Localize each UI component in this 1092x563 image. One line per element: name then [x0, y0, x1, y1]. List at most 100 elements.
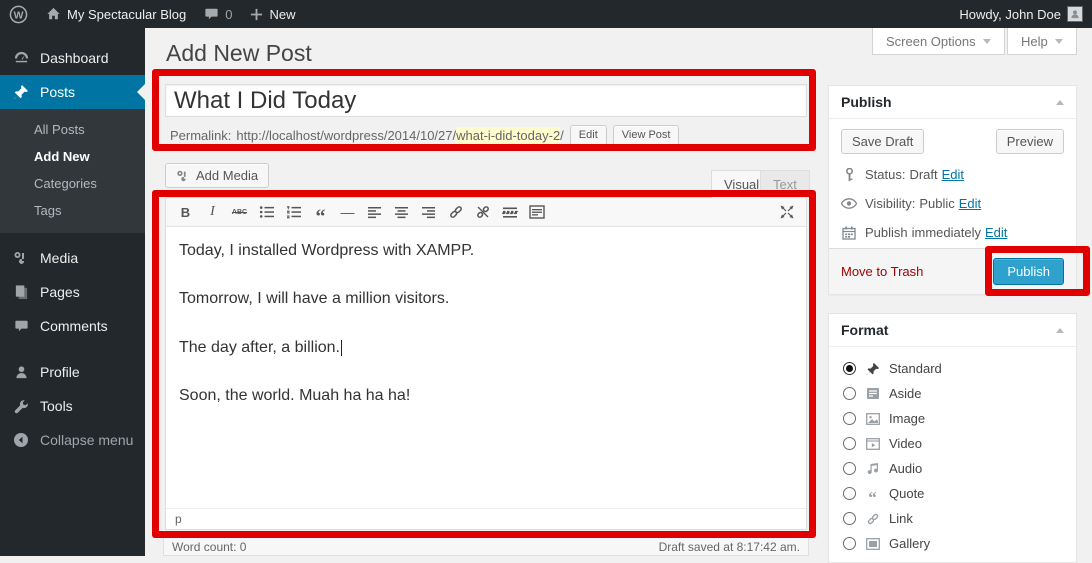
bold-icon[interactable]: B: [172, 201, 199, 224]
add-media-label: Add Media: [196, 168, 258, 183]
profile-icon: [11, 365, 31, 380]
radio-unselected[interactable]: [843, 387, 856, 400]
permalink-slug[interactable]: what-i-did-today-2: [456, 127, 560, 144]
sidebar-item-comments[interactable]: Comments: [0, 309, 145, 343]
edit-visibility-link[interactable]: Edit: [959, 196, 981, 211]
sidebar-item-dashboard[interactable]: Dashboard: [0, 40, 145, 75]
format-options-list: Standard Aside Image Video: [829, 347, 1076, 562]
format-option-video[interactable]: Video: [829, 431, 1076, 456]
horizontal-rule-icon[interactable]: —: [334, 201, 361, 224]
more-tag-icon[interactable]: [496, 201, 523, 224]
permalink-row: Permalink: http://localhost/wordpress/20…: [170, 123, 679, 147]
format-option-label: Standard: [889, 361, 942, 376]
radio-unselected[interactable]: [843, 437, 856, 450]
sidebar-item-add-new[interactable]: Add New: [0, 143, 145, 170]
format-option-standard[interactable]: Standard: [829, 356, 1076, 381]
site-name-menu[interactable]: My Spectacular Blog: [37, 0, 195, 28]
format-option-label: Aside: [889, 386, 922, 401]
publish-panel-header[interactable]: Publish: [829, 86, 1076, 119]
align-center-icon[interactable]: [388, 201, 415, 224]
link-icon[interactable]: [442, 201, 469, 224]
format-panel-header[interactable]: Format: [829, 314, 1076, 347]
editor-content-area[interactable]: Today, I installed Wordpress with XAMPP.…: [166, 227, 806, 447]
align-right-icon[interactable]: [415, 201, 442, 224]
comments-menu[interactable]: 0: [195, 0, 241, 28]
align-left-icon[interactable]: [361, 201, 388, 224]
toolbar-toggle-icon[interactable]: [523, 201, 550, 224]
radio-unselected[interactable]: [843, 462, 856, 475]
comment-count: 0: [225, 7, 232, 22]
help-tab[interactable]: Help: [1007, 28, 1077, 55]
move-to-trash-link[interactable]: Move to Trash: [841, 264, 923, 279]
format-option-label: Quote: [889, 486, 924, 501]
sidebar-item-categories[interactable]: Categories: [0, 170, 145, 197]
sidebar-item-tags[interactable]: Tags: [0, 197, 145, 224]
collapse-panel-icon[interactable]: [1056, 100, 1064, 105]
wordpress-logo-menu[interactable]: W: [0, 0, 37, 28]
editor-paragraph: Soon, the world. Muah ha ha ha!: [179, 385, 793, 407]
save-draft-button[interactable]: Save Draft: [841, 129, 924, 154]
edit-status-link[interactable]: Edit: [942, 167, 964, 182]
format-option-gallery[interactable]: Gallery: [829, 531, 1076, 556]
visibility-value: Public: [919, 196, 954, 211]
site-name-label: My Spectacular Blog: [67, 7, 186, 22]
new-content-menu[interactable]: New: [241, 0, 304, 28]
editor-toolbar: B I ABC “ —: [166, 198, 806, 227]
sidebar-item-collapse-menu[interactable]: Collapse menu: [0, 423, 145, 457]
status-row: Status: Draft Edit: [829, 160, 1076, 189]
radio-unselected[interactable]: [843, 512, 856, 525]
tab-text[interactable]: Text: [760, 170, 810, 198]
visibility-eye-icon: [841, 198, 857, 209]
preview-button[interactable]: Preview: [996, 129, 1064, 154]
sidebar-item-posts[interactable]: Posts: [0, 75, 145, 109]
strikethrough-icon[interactable]: ABC: [226, 201, 253, 224]
permalink-label: Permalink:: [170, 128, 231, 143]
format-option-quote[interactable]: “ Quote: [829, 481, 1076, 506]
post-status-info-bar: Word count: 0 Draft saved at 8:17:42 am.: [163, 537, 809, 556]
sidebar-item-label: Profile: [40, 364, 80, 380]
edit-schedule-link[interactable]: Edit: [985, 225, 1007, 240]
radio-selected[interactable]: [843, 362, 856, 375]
sidebar-item-tools[interactable]: Tools: [0, 389, 145, 423]
sidebar-item-media[interactable]: Media: [0, 241, 145, 275]
sidebar-item-pages[interactable]: Pages: [0, 275, 145, 309]
sidebar-item-label: Posts: [40, 84, 75, 100]
howdy-label: Howdy, John Doe: [959, 7, 1061, 22]
edit-permalink-button[interactable]: Edit: [570, 125, 607, 146]
radio-unselected[interactable]: [843, 537, 856, 550]
distraction-free-icon[interactable]: [773, 201, 800, 224]
radio-unselected[interactable]: [843, 412, 856, 425]
collapse-panel-icon[interactable]: [1056, 328, 1064, 333]
sidebar-item-label: Comments: [40, 318, 108, 334]
publish-panel: Publish Save Draft Preview Status: Draft…: [828, 85, 1077, 295]
unlink-icon[interactable]: [469, 201, 496, 224]
admin-bar: W My Spectacular Blog 0 New Howdy, John …: [0, 0, 1092, 28]
permalink-suffix: /: [560, 128, 564, 143]
publish-panel-title: Publish: [841, 94, 892, 110]
wrench-icon: [11, 399, 31, 414]
my-account-menu[interactable]: Howdy, John Doe: [950, 0, 1092, 28]
screen-options-tab[interactable]: Screen Options: [872, 28, 1005, 55]
editor-paragraph: Tomorrow, I will have a million visitors…: [179, 288, 793, 310]
wordpress-logo-icon: W: [9, 5, 28, 24]
bulleted-list-icon[interactable]: [253, 201, 280, 224]
sidebar-item-profile[interactable]: Profile: [0, 355, 145, 389]
format-option-audio[interactable]: Audio: [829, 456, 1076, 481]
post-title-input[interactable]: [165, 84, 807, 117]
element-path[interactable]: p: [175, 512, 182, 526]
status-value: Draft: [909, 167, 937, 182]
sidebar-item-all-posts[interactable]: All Posts: [0, 116, 145, 143]
format-option-aside[interactable]: Aside: [829, 381, 1076, 406]
view-post-button[interactable]: View Post: [613, 125, 680, 146]
radio-unselected[interactable]: [843, 487, 856, 500]
blockquote-icon[interactable]: “: [307, 206, 334, 229]
publish-button[interactable]: Publish: [993, 258, 1064, 285]
numbered-list-icon[interactable]: [280, 201, 307, 224]
audio-note-icon: [864, 462, 881, 475]
visual-editor: B I ABC “ —: [165, 197, 807, 530]
format-option-label: Gallery: [889, 536, 930, 551]
italic-icon[interactable]: I: [199, 201, 226, 224]
format-option-image[interactable]: Image: [829, 406, 1076, 431]
add-media-button[interactable]: Add Media: [165, 163, 269, 188]
format-option-link[interactable]: Link: [829, 506, 1076, 531]
